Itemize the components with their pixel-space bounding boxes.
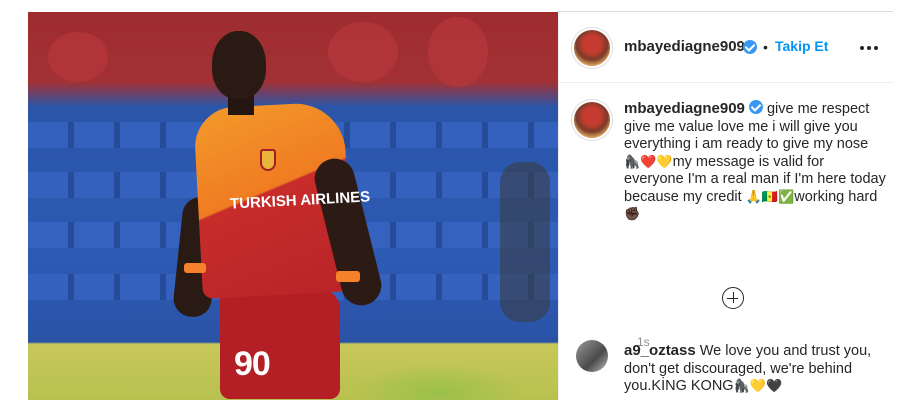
comment-text: a9_oztass We love you and trust you, don…	[624, 342, 886, 396]
verified-badge-icon	[748, 100, 763, 114]
comment-emojis: 🦍💛🖤	[733, 379, 783, 394]
wristband	[184, 263, 206, 273]
crowd-spectator	[428, 17, 488, 87]
caption-username[interactable]: mbayediagne909	[624, 100, 745, 117]
background-person	[500, 162, 550, 322]
post-side-panel: mbayediagne909 • Takip Et mbayediagne909…	[558, 12, 894, 400]
load-more-comments-icon[interactable]	[722, 287, 744, 309]
author-username[interactable]: mbayediagne909	[624, 38, 745, 55]
verified-badge-icon	[743, 40, 757, 54]
follow-button[interactable]: Takip Et	[775, 38, 828, 54]
caption-text: mbayediagne909 give me respect give me v…	[624, 100, 886, 224]
crowd-spectator	[48, 32, 108, 82]
caption-body-3: working hard	[794, 188, 878, 205]
club-crest-icon	[260, 149, 276, 171]
commenter-avatar[interactable]	[576, 340, 608, 372]
caption-emojis-2: 🙏🇸🇳✅	[745, 189, 795, 205]
caption-emojis-1: 🦍❤️💛	[624, 154, 673, 170]
author-avatar[interactable]	[572, 28, 612, 68]
player-figure: TURKISH AIRLINES 90	[171, 27, 418, 400]
wristband	[336, 271, 360, 282]
separator-dot: •	[763, 39, 768, 55]
more-options-icon[interactable]	[860, 46, 880, 51]
caption-emojis-3: ✊🏿	[624, 207, 641, 222]
player-head	[212, 31, 266, 99]
caption-author-avatar[interactable]	[572, 100, 612, 140]
post-header: mbayediagne909 • Takip Et	[559, 12, 894, 83]
jersey-number: 90	[234, 345, 271, 383]
post-image[interactable]: TURKISH AIRLINES 90	[28, 12, 558, 400]
commenter-username[interactable]: a9_oztass	[624, 342, 696, 359]
